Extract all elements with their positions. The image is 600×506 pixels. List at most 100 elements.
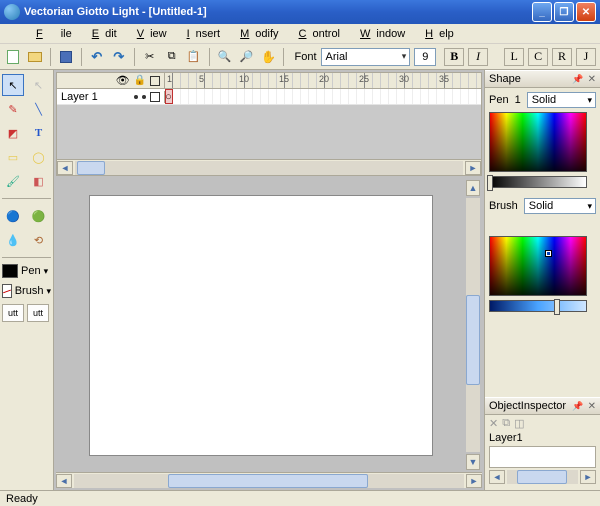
pen-style-select[interactable]: Solid: [527, 92, 596, 108]
inspector-scroll-thumb[interactable]: [517, 470, 567, 484]
line-tool[interactable]: ╲: [28, 98, 50, 120]
fill-tool[interactable]: 🟢: [28, 205, 50, 227]
canvas-vscroll-thumb[interactable]: [466, 295, 480, 385]
font-size-input[interactable]: 9: [414, 48, 436, 66]
close-button[interactable]: ✕: [576, 2, 596, 22]
pen-color-swatch[interactable]: [2, 264, 18, 278]
brush-hue-slider[interactable]: [489, 300, 587, 312]
swap-colors-button[interactable]: utt: [2, 304, 24, 322]
layer-visible-dot[interactable]: [134, 95, 138, 99]
align-left-button[interactable]: L: [504, 48, 524, 66]
timeline-frames[interactable]: ○: [165, 89, 481, 104]
inspector-pin-icon[interactable]: 📌: [572, 401, 583, 412]
inspector-scroll-left[interactable]: ◄: [489, 470, 505, 484]
rect-tool[interactable]: ▭: [2, 146, 24, 168]
pen-color-spectrum[interactable]: [489, 112, 587, 172]
canvas-scroll-down[interactable]: ▼: [466, 454, 480, 470]
copy-button[interactable]: ⧉: [163, 48, 181, 66]
brush-tool[interactable]: 🖌: [2, 170, 24, 192]
inspector-scroll-right[interactable]: ►: [580, 470, 596, 484]
zoom-out-button[interactable]: 🔎: [238, 48, 256, 66]
menu-window[interactable]: Window: [348, 26, 411, 42]
menu-modify[interactable]: Modify: [228, 26, 284, 42]
stage[interactable]: [89, 195, 433, 456]
brush-color-spectrum[interactable]: [489, 236, 587, 296]
selection-tool[interactable]: ↖: [2, 74, 24, 96]
inspector-delete-icon[interactable]: ✕: [489, 417, 498, 430]
brush-color-swatch[interactable]: [2, 284, 12, 298]
pencil-tool[interactable]: ✎: [2, 98, 24, 120]
pen-value-slider[interactable]: [489, 176, 587, 188]
inspector-root-label[interactable]: Layer1: [485, 432, 600, 444]
eraser-tool[interactable]: ◧: [28, 170, 50, 192]
italic-button[interactable]: I: [468, 48, 488, 66]
default-colors-button[interactable]: utt: [27, 304, 49, 322]
menu-view[interactable]: View: [125, 26, 173, 42]
align-center-button[interactable]: C: [528, 48, 548, 66]
pen-slider-handle[interactable]: [487, 175, 493, 191]
canvas-hscroll-thumb[interactable]: [168, 474, 368, 488]
canvas-vscroll[interactable]: ▲ ▼: [466, 180, 482, 470]
paste-button[interactable]: 📋: [185, 48, 203, 66]
layer-lock-dot[interactable]: [142, 95, 146, 99]
shape-panel-pin-icon[interactable]: 📌: [572, 74, 583, 85]
inspector-close-icon[interactable]: ✕: [588, 401, 596, 412]
ellipse-tool[interactable]: ◯: [28, 146, 50, 168]
brush-slider-handle[interactable]: [554, 299, 560, 315]
lock-column-icon[interactable]: 🔒: [134, 75, 146, 86]
zoom-in-button[interactable]: 🔍: [216, 48, 234, 66]
menu-help[interactable]: Help: [413, 26, 460, 42]
align-right-button[interactable]: R: [552, 48, 572, 66]
inspector-hscroll[interactable]: ◄ ►: [489, 470, 596, 486]
canvas-hscroll[interactable]: ◄ ►: [56, 472, 482, 488]
brush-style-select[interactable]: Solid: [524, 198, 596, 214]
open-file-button[interactable]: [26, 48, 44, 66]
timeline-ruler[interactable]: 15101520253035: [165, 73, 481, 88]
align-justify-button[interactable]: J: [576, 48, 596, 66]
menu-edit[interactable]: Edit: [80, 26, 123, 42]
timeline-hscroll[interactable]: ◄ ►: [57, 159, 481, 175]
canvas-scroll-right[interactable]: ►: [466, 474, 482, 488]
brush-swatch-dropdown[interactable]: ▾: [46, 286, 51, 297]
font-family-select[interactable]: Arial: [321, 48, 411, 66]
maximize-button[interactable]: ❐: [554, 2, 574, 22]
shape-pen-width[interactable]: 1: [515, 94, 521, 106]
gradient-tool[interactable]: 🔵: [2, 205, 24, 227]
menu-file[interactable]: FFileile: [24, 26, 78, 42]
visibility-column-icon[interactable]: 👁: [116, 74, 130, 87]
shape-panel-title[interactable]: Shape 📌 ✕: [485, 70, 600, 88]
timeline-scroll-thumb[interactable]: [77, 161, 105, 175]
inspector-copy-icon[interactable]: ⧉: [502, 417, 510, 430]
shape-tool[interactable]: ◩: [2, 122, 24, 144]
timeline-layer-row[interactable]: Layer 1 ○: [57, 89, 481, 105]
save-button[interactable]: [57, 48, 75, 66]
text-tool[interactable]: T: [28, 122, 50, 144]
subselect-tool[interactable]: ↖: [28, 74, 50, 96]
keyframe-1[interactable]: ○: [165, 89, 173, 104]
redo-button[interactable]: ↷: [110, 48, 128, 66]
outline-column-icon[interactable]: [150, 76, 160, 86]
hand-tool-button[interactable]: ✋: [260, 48, 278, 66]
timeline-scroll-left[interactable]: ◄: [57, 161, 73, 175]
menu-insert[interactable]: Insert: [175, 26, 227, 42]
brush-color-cursor[interactable]: [546, 251, 551, 256]
minimize-button[interactable]: _: [532, 2, 552, 22]
inspector-panel-title[interactable]: ObjectInspector 📌 ✕: [485, 397, 600, 415]
cut-button[interactable]: ✂: [141, 48, 159, 66]
new-file-button[interactable]: [4, 48, 22, 66]
bold-button[interactable]: B: [444, 48, 464, 66]
canvas-scroll-left[interactable]: ◄: [56, 474, 72, 488]
layer-outline-box[interactable]: [150, 92, 160, 102]
canvas-viewport[interactable]: [56, 180, 466, 470]
inspector-group-icon[interactable]: ◫: [514, 417, 524, 430]
shape-panel-close-icon[interactable]: ✕: [588, 74, 596, 85]
eyedropper-tool[interactable]: 💧: [2, 229, 24, 251]
app-menu-icon[interactable]: [6, 26, 22, 41]
pen-swatch-dropdown[interactable]: ▾: [44, 266, 49, 277]
inspector-tree[interactable]: [489, 446, 596, 468]
timeline-scroll-right[interactable]: ►: [465, 161, 481, 175]
canvas-scroll-up[interactable]: ▲: [466, 180, 480, 196]
transform-tool[interactable]: ⟲: [28, 229, 50, 251]
menu-control[interactable]: Control: [287, 26, 346, 42]
undo-button[interactable]: ↶: [88, 48, 106, 66]
